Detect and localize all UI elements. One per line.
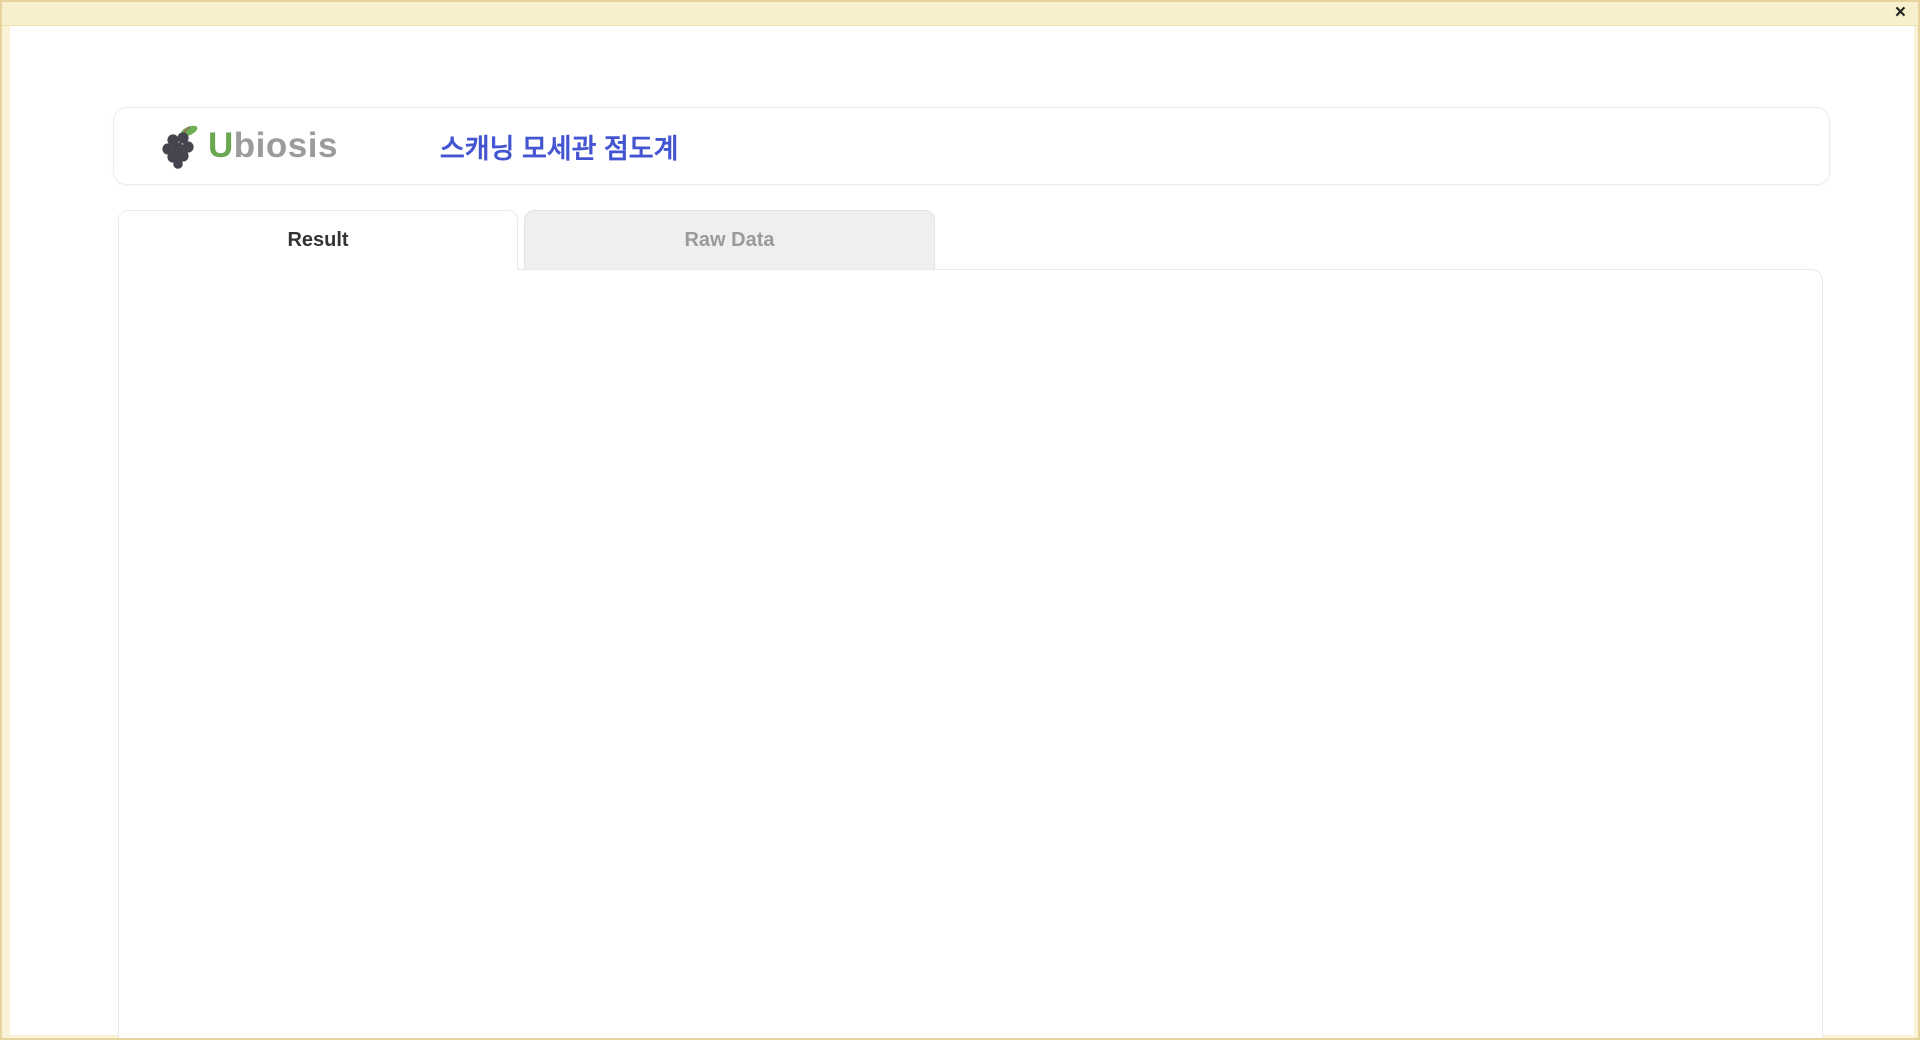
tab-raw-data[interactable]: Raw Data bbox=[524, 210, 935, 269]
brand-initial: U bbox=[208, 126, 234, 165]
brand-rest: biosis bbox=[234, 126, 338, 165]
window-titlebar: × bbox=[0, 0, 1920, 26]
app-content: Ubiosis 스캐닝 모세관 점도계 Result Raw Data File… bbox=[10, 26, 1914, 1035]
page-title: 스캐닝 모세관 점도계 bbox=[440, 127, 679, 166]
close-icon[interactable]: × bbox=[1895, 3, 1906, 23]
brand-name: Ubiosis bbox=[208, 126, 338, 166]
tab-result-label: Result bbox=[287, 229, 348, 252]
brand-logo: Ubiosis bbox=[158, 123, 338, 169]
tab-raw-data-label: Raw Data bbox=[684, 229, 774, 252]
header-card: Ubiosis 스캐닝 모세관 점도계 bbox=[113, 107, 1830, 185]
grape-logo-icon bbox=[158, 123, 206, 169]
tab-result[interactable]: Result bbox=[118, 210, 518, 270]
result-panel bbox=[118, 269, 1823, 1040]
